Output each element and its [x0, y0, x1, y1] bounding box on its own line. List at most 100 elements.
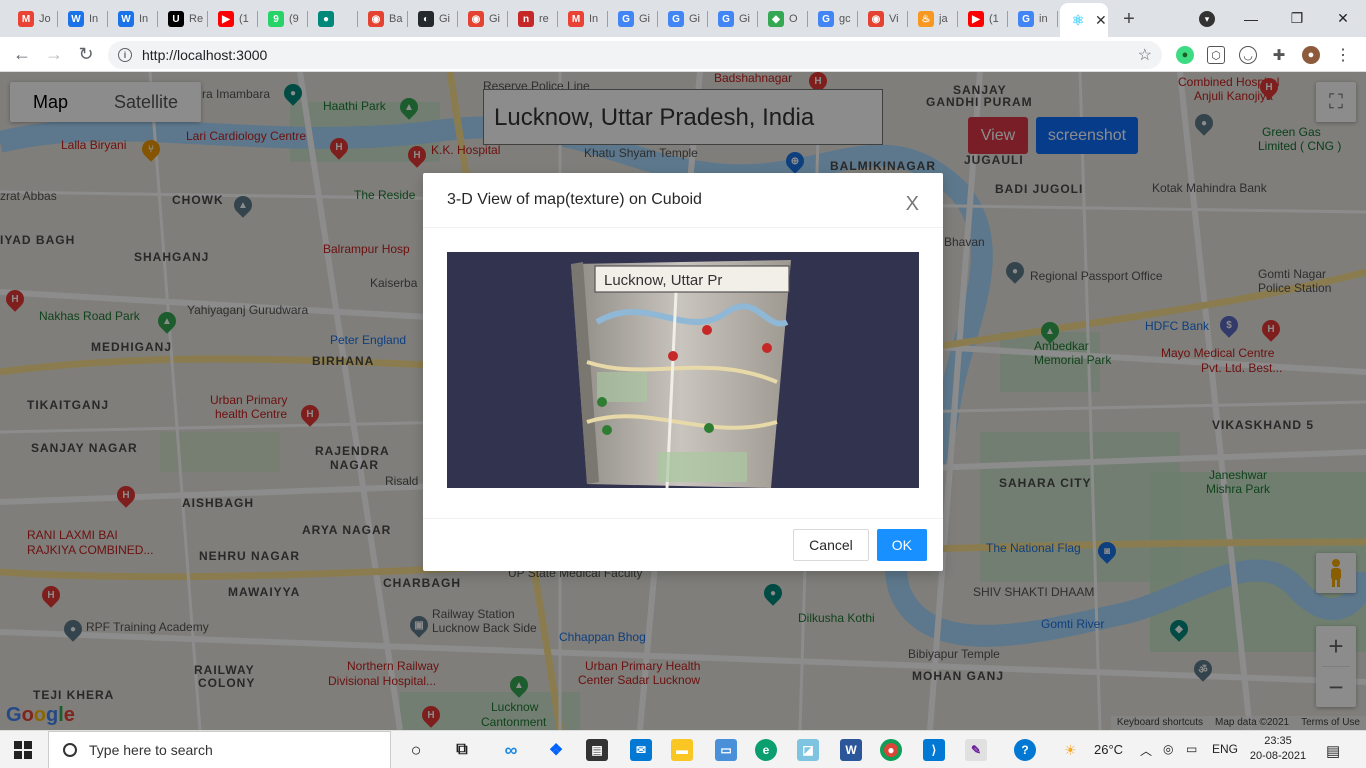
browser-tab[interactable]: ◆ O	[758, 5, 808, 33]
minimize-button[interactable]: —	[1228, 0, 1274, 37]
browser-tab[interactable]: W In	[58, 5, 108, 33]
menu-kebab-icon[interactable]: ⋮	[1334, 46, 1352, 64]
tab-title: Gi	[489, 13, 500, 25]
browser-tab[interactable]: G Gi	[658, 5, 708, 33]
address-bar[interactable]: i http://localhost:3000 ☆	[108, 41, 1162, 69]
clock-time: 23:35	[1264, 735, 1292, 747]
browser-tab[interactable]: ▶ (1	[958, 5, 1008, 33]
help-icon[interactable]: ?	[1014, 739, 1036, 761]
notifications-icon[interactable]: ▤	[1326, 742, 1340, 760]
tab-title: (1	[989, 13, 999, 25]
weather-temperature[interactable]: 26°C	[1094, 742, 1123, 757]
paint-icon[interactable]: ✎	[965, 739, 987, 761]
system-clock[interactable]: 23:35 20-08-2021	[1248, 734, 1308, 764]
infinity-app-icon[interactable]: ∞	[500, 739, 522, 761]
word-icon[interactable]: W	[840, 739, 862, 761]
back-button[interactable]: ←	[10, 42, 34, 66]
weather-icon[interactable]: ☀	[1064, 742, 1077, 759]
tab-title: in	[1039, 13, 1048, 25]
tab-title: (1	[239, 13, 249, 25]
mail-icon[interactable]: ✉	[630, 739, 652, 761]
maximize-button[interactable]: ❐	[1274, 0, 1320, 37]
extension-android-icon[interactable]: ●	[1176, 46, 1194, 64]
photos-icon[interactable]: ◪	[797, 739, 819, 761]
tab-title: Gi	[739, 13, 750, 25]
textured-cuboid: Lucknow, Uttar Pr	[571, 260, 791, 488]
windows-taskbar: Type here to search ○ ⧉ ∞ ❖ ▤ ✉ ▬ ▭ e ◪ …	[0, 730, 1366, 768]
browser-tab[interactable]: 9 (9	[258, 5, 308, 33]
edge-icon[interactable]: e	[755, 739, 777, 761]
taskbar-search-box[interactable]: Type here to search	[48, 731, 391, 768]
cuboid-view-modal: 3-D View of map(texture) on Cuboid X Luc…	[423, 173, 943, 571]
google-icon: G	[668, 11, 684, 27]
browser-tab[interactable]: n re	[508, 5, 558, 33]
wix-icon: W	[68, 11, 84, 27]
tab-search-icon[interactable]: ▾	[1199, 11, 1215, 27]
browser-tab[interactable]: Ggc	[808, 5, 858, 33]
extensions-puzzle-icon[interactable]: ✚	[1270, 46, 1288, 64]
modal-body: Lucknow, Uttar Pr	[423, 228, 943, 512]
show-hidden-icons-icon[interactable]: ︿	[1140, 742, 1152, 759]
tab-title: Vi	[889, 13, 899, 25]
bookmark-star-icon[interactable]: ☆	[1138, 45, 1152, 65]
taskbar-search-placeholder: Type here to search	[89, 742, 213, 758]
cortana-icon[interactable]: ○	[405, 739, 427, 761]
browser-tab[interactable]: ◉ Vi	[858, 5, 908, 33]
wix-icon: W	[118, 11, 134, 27]
tab-title: In	[89, 13, 99, 25]
info-icon[interactable]: i	[118, 48, 132, 62]
todoist-icon: ◉	[868, 11, 884, 27]
reload-button[interactable]: ↻	[74, 42, 98, 66]
chrome-icon[interactable]: ●	[880, 739, 902, 761]
browser-tab[interactable]: W In	[108, 5, 158, 33]
modal-header: 3-D View of map(texture) on Cuboid X	[423, 173, 943, 228]
windows-start-icon[interactable]	[14, 741, 32, 759]
network-icon[interactable]: ▭	[1186, 742, 1197, 756]
profile-avatar[interactable]: ●	[1302, 46, 1320, 64]
browser-tab[interactable]: ◉ Gi	[458, 5, 508, 33]
google-icon: G	[818, 11, 834, 27]
browser-tab[interactable]: ●	[308, 5, 358, 33]
browser-tab[interactable]: U Re	[158, 5, 208, 33]
browser-tab[interactable]: G Gi	[608, 5, 658, 33]
tab-title: gc	[839, 13, 851, 25]
browser-tab[interactable]: ◉ Ba	[358, 5, 408, 33]
java-icon: ♨	[918, 11, 934, 27]
youtube-icon: ▶	[968, 11, 984, 27]
clock-date: 20-08-2021	[1249, 750, 1307, 762]
new-tab-button[interactable]: +	[1118, 8, 1140, 31]
store-icon[interactable]: ▤	[586, 739, 608, 761]
close-tab-icon[interactable]: ✕	[1095, 12, 1107, 29]
extension-headset-icon[interactable]: ◡	[1239, 46, 1257, 64]
browser-tab[interactable]: Gin	[1008, 5, 1058, 33]
extension-cube-icon[interactable]: ⬡	[1207, 46, 1225, 64]
meet-icon: ●	[318, 11, 334, 27]
computer-icon[interactable]: ▭	[715, 739, 737, 761]
browser-tab[interactable]: M Jo	[8, 5, 58, 33]
forward-button[interactable]: →	[42, 42, 66, 66]
search-icon	[63, 743, 77, 757]
todoist-icon: ◉	[468, 11, 484, 27]
task-view-icon[interactable]: ⧉	[451, 739, 473, 761]
cancel-button[interactable]: Cancel	[793, 529, 869, 561]
dropbox-icon[interactable]: ❖	[545, 739, 567, 761]
youtube-icon: ▶	[218, 11, 234, 27]
browser-tab[interactable]: ▶ (1	[208, 5, 258, 33]
tab-title: (9	[289, 13, 299, 25]
tab-title: O	[789, 13, 798, 25]
tab-title: Re	[189, 13, 204, 25]
ok-button[interactable]: OK	[876, 529, 927, 561]
language-indicator[interactable]: ENG	[1212, 742, 1238, 756]
file-explorer-icon[interactable]: ▬	[671, 739, 693, 761]
browser-tab[interactable]: G Gi	[708, 5, 758, 33]
webcam-icon[interactable]: ◎	[1163, 742, 1173, 756]
browser-tab[interactable]: ◐ Gi	[408, 5, 458, 33]
browser-tab[interactable]: ♨ ja	[908, 5, 958, 33]
gmail-icon: M	[18, 11, 34, 27]
browser-tab[interactable]: M In	[558, 5, 608, 33]
close-window-button[interactable]: ✕	[1320, 0, 1366, 37]
tab-active-react[interactable]: ⚛ ✕	[1060, 3, 1108, 37]
vscode-icon[interactable]: ⟩	[923, 739, 945, 761]
threejs-canvas[interactable]: Lucknow, Uttar Pr	[447, 252, 919, 488]
close-icon[interactable]: X	[906, 193, 919, 216]
